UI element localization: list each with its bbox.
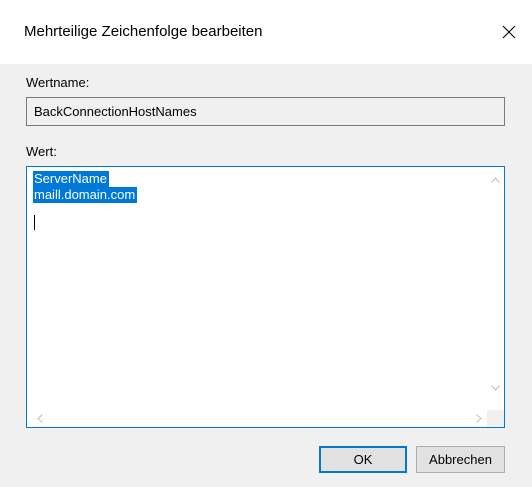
scroll-left-button[interactable] (31, 410, 48, 427)
chevron-left-icon (36, 414, 43, 423)
title-bar: Mehrteilige Zeichenfolge bearbeiten (0, 0, 532, 64)
scrollbar-corner (487, 410, 504, 427)
value-data-text: ServerName maill.domain.com (33, 171, 138, 203)
vertical-scrollbar[interactable] (487, 167, 504, 410)
value-name-label: Wertname: (26, 75, 90, 90)
value-line: ServerName (33, 171, 109, 187)
horizontal-scrollbar[interactable] (27, 410, 487, 427)
value-name-field: BackConnectionHostNames (26, 97, 505, 126)
dialog-title: Mehrteilige Zeichenfolge bearbeiten (24, 23, 263, 40)
scroll-down-button[interactable] (487, 379, 504, 396)
chevron-right-icon (475, 414, 482, 423)
close-icon (502, 25, 516, 39)
text-caret (34, 215, 35, 230)
ok-button[interactable]: OK (319, 446, 407, 473)
value-data-label: Wert: (26, 144, 57, 159)
chevron-down-icon (491, 384, 500, 391)
scroll-up-button[interactable] (487, 171, 504, 188)
close-button[interactable] (486, 14, 532, 50)
value-line: maill.domain.com (33, 187, 138, 203)
value-data-textarea[interactable]: ServerName maill.domain.com (26, 166, 505, 428)
scroll-right-button[interactable] (470, 410, 487, 427)
chevron-up-icon (491, 176, 500, 183)
cancel-button[interactable]: Abbrechen (416, 446, 505, 473)
